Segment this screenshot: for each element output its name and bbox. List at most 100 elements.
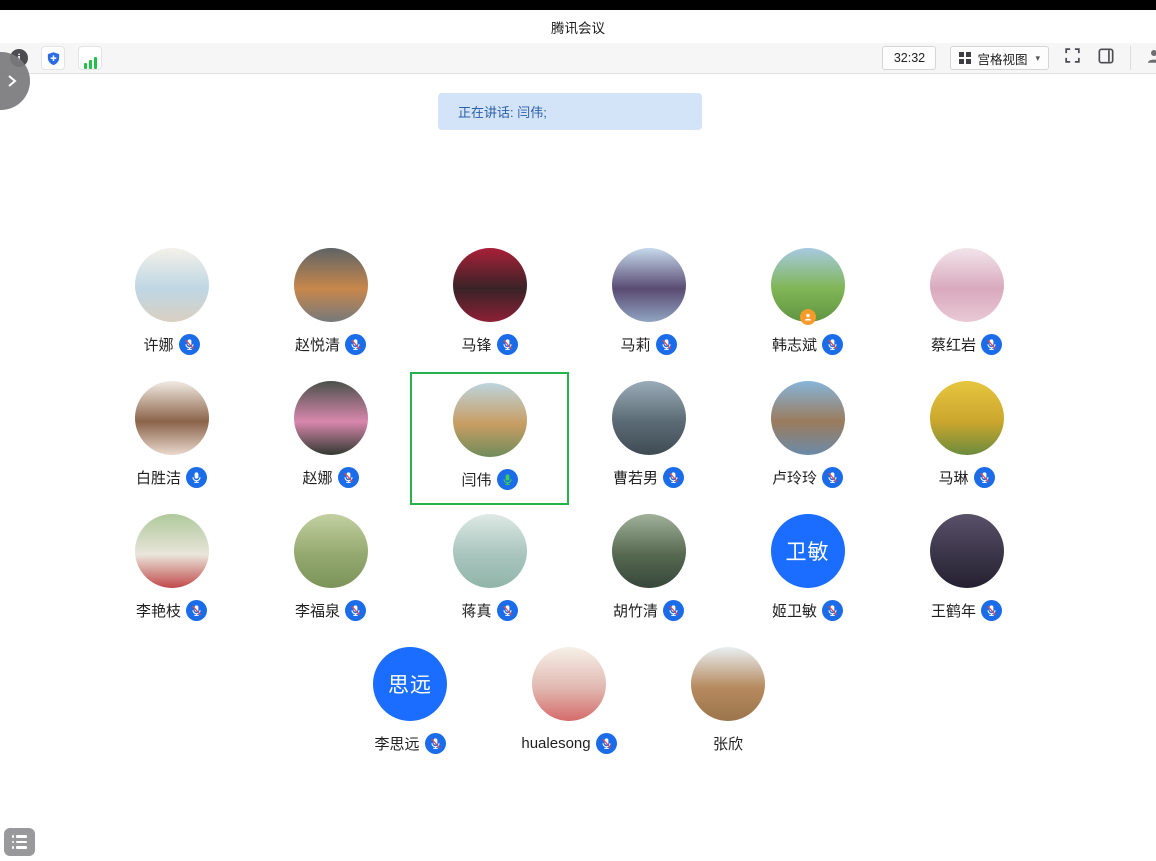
participant-name-row: 姬卫敏 xyxy=(772,600,843,621)
participant-grid: 许娜 赵悦清 xyxy=(0,239,1138,771)
participant-tile[interactable]: 蒋真 xyxy=(410,505,569,638)
security-shield-icon[interactable] xyxy=(41,46,65,70)
participant-tile[interactable]: 李艳枝 xyxy=(92,505,251,638)
mic-status-icon xyxy=(186,600,207,621)
screen-top-bar xyxy=(0,0,1156,10)
view-mode-dropdown[interactable]: 宫格视图 ▾ xyxy=(950,46,1049,70)
participant-tile[interactable]: 胡竹清 xyxy=(569,505,728,638)
participant-name: 韩志斌 xyxy=(772,334,817,355)
participant-tile[interactable]: 卢玲玲 xyxy=(728,372,887,505)
participant-name-row: 胡竹清 xyxy=(613,600,684,621)
participant-name: 马莉 xyxy=(620,334,650,355)
participant-name: 张欣 xyxy=(713,733,743,754)
toolbar: i 32:32 宫格视图 ▾ xyxy=(0,43,1156,74)
window-title: 腾讯会议 xyxy=(551,17,605,37)
mic-status-icon xyxy=(596,733,617,754)
participant-tile[interactable]: 李福泉 xyxy=(251,505,410,638)
mic-status-icon xyxy=(345,600,366,621)
participant-avatar: 卫敏 xyxy=(771,514,845,588)
participant-tile[interactable]: 张欣 xyxy=(649,638,808,771)
participant-tile[interactable]: 许娜 xyxy=(92,239,251,372)
mic-status-icon xyxy=(974,467,995,488)
participant-tile[interactable]: 卫敏 姬卫敏 xyxy=(728,505,887,638)
mic-status-icon xyxy=(981,600,1002,621)
participant-name: 赵悦清 xyxy=(295,334,340,355)
mic-status-icon xyxy=(822,600,843,621)
participant-name: 闫伟 xyxy=(461,469,491,490)
participant-name: 许娜 xyxy=(143,334,173,355)
participant-name: 蒋真 xyxy=(461,600,491,621)
window-titlebar: 腾讯会议 xyxy=(0,10,1156,43)
participant-avatar xyxy=(135,381,209,455)
participant-name: 白胜洁 xyxy=(136,467,181,488)
participant-tile[interactable]: 赵娜 xyxy=(251,372,410,505)
participant-name-row: 赵悦清 xyxy=(295,334,366,355)
participant-name-row: 蒋真 xyxy=(461,600,517,621)
participant-name: 李艳枝 xyxy=(136,600,181,621)
mic-status-icon xyxy=(822,334,843,355)
mic-status-icon xyxy=(656,334,677,355)
mic-status-icon xyxy=(497,469,518,490)
member-list-button[interactable] xyxy=(4,828,35,856)
participant-avatar xyxy=(930,248,1004,322)
participant-tile[interactable]: 马锋 xyxy=(410,239,569,372)
participant-tile[interactable]: 马琳 xyxy=(887,372,1046,505)
participant-name-row: 白胜洁 xyxy=(136,467,207,488)
participant-row: 白胜洁 赵娜 xyxy=(0,372,1138,505)
fullscreen-icon[interactable] xyxy=(1063,46,1082,70)
participant-name: 李思远 xyxy=(374,733,419,754)
participant-name-row: 王鹤年 xyxy=(931,600,1002,621)
mic-status-icon xyxy=(179,334,200,355)
mic-status-icon xyxy=(663,600,684,621)
participant-tile[interactable]: 马莉 xyxy=(569,239,728,372)
mic-status-icon xyxy=(497,600,518,621)
participant-tile[interactable]: 蔡红岩 xyxy=(887,239,1046,372)
participant-avatar xyxy=(612,514,686,588)
network-signal-icon[interactable] xyxy=(78,46,102,70)
participant-name-row: 李艳枝 xyxy=(136,600,207,621)
participant-avatar xyxy=(453,383,527,457)
meeting-timer: 32:32 xyxy=(882,46,936,70)
participant-name-row: hualesong xyxy=(521,733,616,754)
speaking-banner: 正在讲话: 闫伟; xyxy=(438,93,702,130)
participant-name-row: 马琳 xyxy=(938,467,994,488)
participant-name: 王鹤年 xyxy=(931,600,976,621)
participant-name-row: 马莉 xyxy=(620,334,676,355)
participant-avatar xyxy=(135,248,209,322)
participant-name: 卢玲玲 xyxy=(772,467,817,488)
participant-avatar xyxy=(930,514,1004,588)
participant-name: 蔡红岩 xyxy=(931,334,976,355)
participant-avatar: 思远 xyxy=(373,647,447,721)
participant-tile[interactable]: hualesong xyxy=(490,638,649,771)
participant-tile[interactable]: 王鹤年 xyxy=(887,505,1046,638)
participant-tile[interactable]: 韩志斌 xyxy=(728,239,887,372)
list-icon xyxy=(12,835,28,849)
participant-avatar xyxy=(294,248,368,322)
members-icon[interactable] xyxy=(1145,47,1156,70)
participant-name: 曹若男 xyxy=(613,467,658,488)
participant-tile[interactable]: 赵悦清 xyxy=(251,239,410,372)
speaking-banner-text: 正在讲话: 闫伟; xyxy=(458,102,547,121)
participant-name: 赵娜 xyxy=(302,467,332,488)
mic-status-icon xyxy=(497,334,518,355)
avatar-initials: 思远 xyxy=(388,669,432,699)
participant-avatar xyxy=(135,514,209,588)
participant-name-row: 李思远 xyxy=(374,733,445,754)
participant-name: 李福泉 xyxy=(295,600,340,621)
grid-view-icon xyxy=(959,52,971,64)
avatar-initials: 卫敏 xyxy=(786,536,830,566)
participant-tile[interactable]: 闫伟 xyxy=(410,372,569,505)
participant-avatar xyxy=(691,647,765,721)
participant-tile[interactable]: 白胜洁 xyxy=(92,372,251,505)
participant-name-row: 蔡红岩 xyxy=(931,334,1002,355)
mic-status-icon xyxy=(186,467,207,488)
participant-avatar xyxy=(294,514,368,588)
mic-status-icon xyxy=(663,467,684,488)
participant-row: 李艳枝 李福泉 xyxy=(0,505,1138,638)
participant-name: hualesong xyxy=(521,735,590,752)
side-panel-icon[interactable] xyxy=(1096,46,1116,71)
participant-name-row: 马锋 xyxy=(461,334,517,355)
participant-tile[interactable]: 思远 李思远 xyxy=(331,638,490,771)
participant-avatar xyxy=(771,381,845,455)
participant-tile[interactable]: 曹若男 xyxy=(569,372,728,505)
